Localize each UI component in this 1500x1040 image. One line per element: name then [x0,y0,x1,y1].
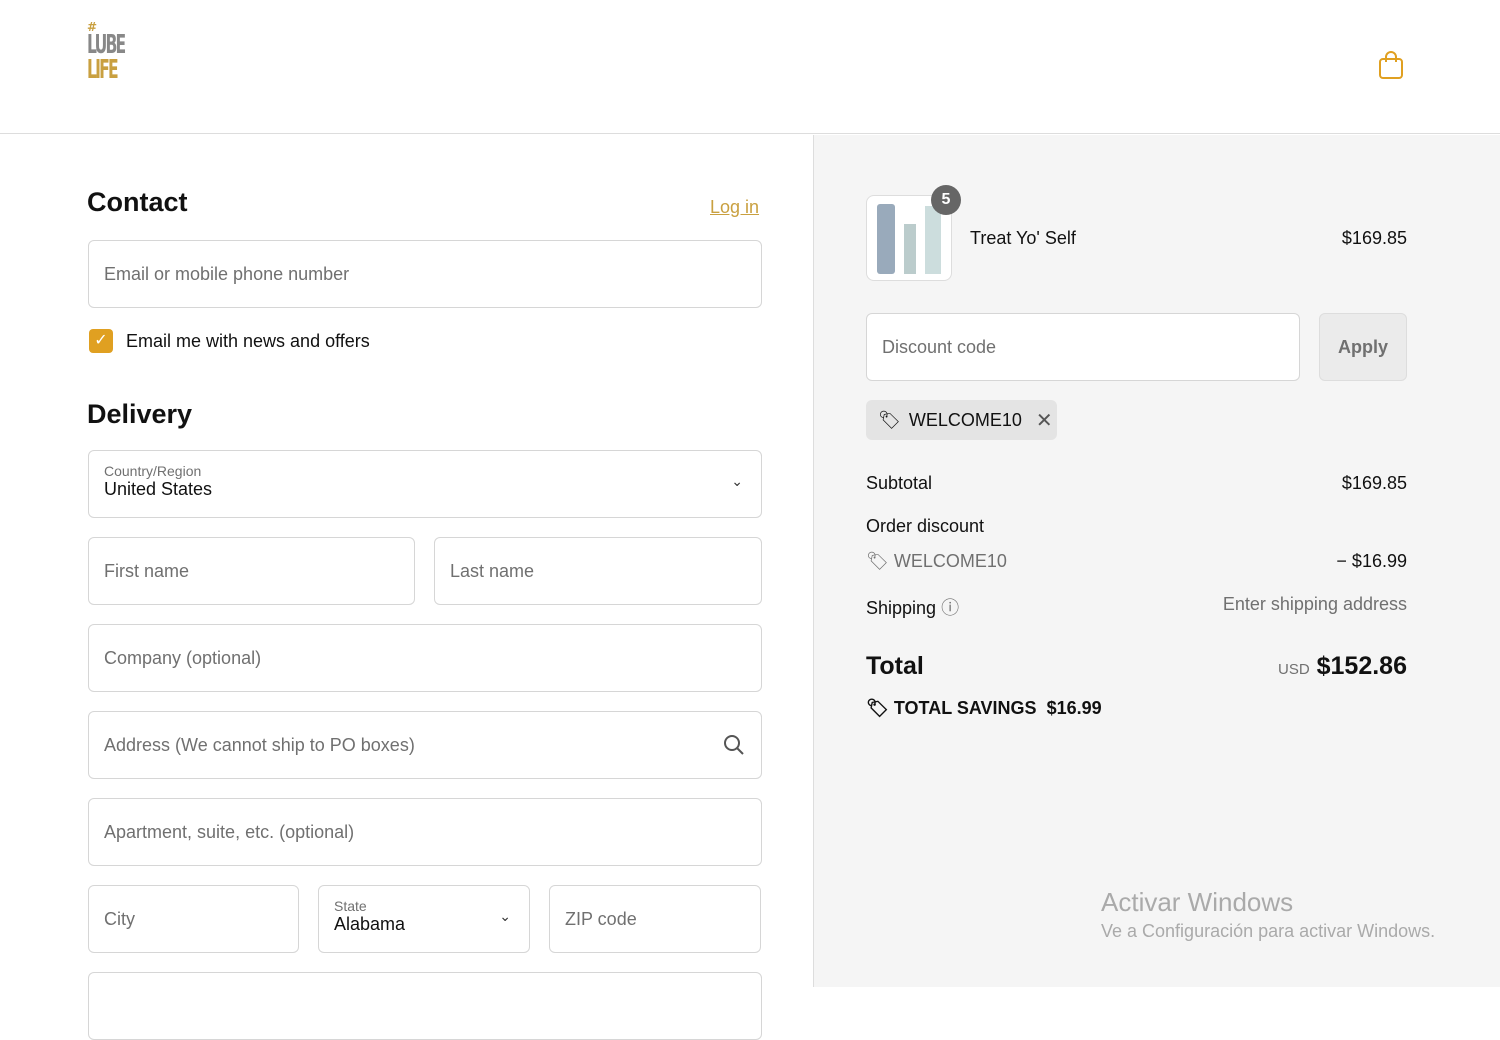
header: # LUBE LIFE [0,0,1500,134]
shipping-label: Shipping ⓘ [866,594,959,620]
first-name-input[interactable]: First name [88,537,415,605]
apartment-input[interactable]: Apartment, suite, etc. (optional) [88,798,762,866]
applied-code: WELCOME10 [908,409,1022,430]
address-input[interactable]: Address (We cannot ship to PO boxes) [88,711,762,779]
total-value-group: USD $152.86 [1278,652,1407,681]
country-label: Country/Region [104,463,202,479]
windows-watermark-subtitle: Ve a Configuración para activar Windows. [1101,921,1436,941]
discount-code-input[interactable]: Discount code [866,313,1300,381]
country-value: United States [104,479,213,499]
search-icon [723,734,745,761]
checkout-form: Contact Log in Email or mobile phone num… [0,135,813,1040]
tag-icon: 🏷 [866,551,894,571]
subtotal-value: $169.85 [1341,473,1407,493]
savings-label: TOTAL SAVINGS [893,698,1037,718]
help-icon[interactable]: ⓘ [941,598,959,618]
chevron-down-icon: ⌄ [731,473,743,489]
shipping-value: Enter shipping address [1222,594,1407,614]
shipping-text: Shipping [866,598,937,618]
savings-value: $16.99 [1046,698,1102,718]
applied-discount-tag: 🏷 WELCOME10 ✕ [866,400,1057,440]
phone-input[interactable] [88,972,762,1040]
product-price: $169.85 [1341,228,1407,248]
chevron-down-icon: ⌄ [499,908,511,924]
last-name-input[interactable]: Last name [434,537,762,605]
login-link[interactable]: Log in [710,197,759,218]
discount-code: WELCOME10 [893,551,1007,571]
total-savings: 🏷 TOTAL SAVINGS $16.99 [866,698,1102,719]
currency: USD [1278,661,1310,678]
apply-button[interactable]: Apply [1319,313,1407,381]
order-discount-label: Order discount [866,516,985,536]
tag-icon: 🏷 [866,698,894,718]
contact-heading: Contact [87,187,188,217]
company-input[interactable]: Company (optional) [88,624,762,692]
subtotal-label: Subtotal [866,473,933,493]
state-select[interactable]: State Alabama ⌄ [318,885,530,953]
country-select[interactable]: Country/Region United States ⌄ [88,450,762,518]
total-label: Total [866,652,924,680]
address-placeholder: Address (We cannot ship to PO boxes) [104,734,415,755]
windows-watermark-title: Activar Windows [1101,887,1294,917]
delivery-heading: Delivery [87,399,193,429]
shopping-bag-icon[interactable] [1378,50,1404,85]
order-summary: 5 Treat Yo' Self $169.85 Discount code A… [813,135,1500,987]
state-value: Alabama [334,914,406,934]
newsletter-checkbox[interactable]: ✓ [89,329,113,353]
tag-icon: 🏷 [878,409,901,430]
product-name: Treat Yo' Self [970,228,1076,248]
discount-amount: − $16.99 [1336,551,1407,571]
discount-code-line: 🏷 WELCOME10 [866,551,1007,572]
email-input[interactable]: Email or mobile phone number [88,240,762,308]
logo[interactable]: # LUBE LIFE [87,21,131,83]
newsletter-label: Email me with news and offers [126,331,370,351]
state-label: State [334,898,367,914]
zip-input[interactable]: ZIP code [549,885,761,953]
close-icon[interactable]: ✕ [1036,408,1053,433]
quantity-badge: 5 [931,185,961,215]
total-value: $152.86 [1316,652,1407,680]
city-input[interactable]: City [88,885,299,953]
